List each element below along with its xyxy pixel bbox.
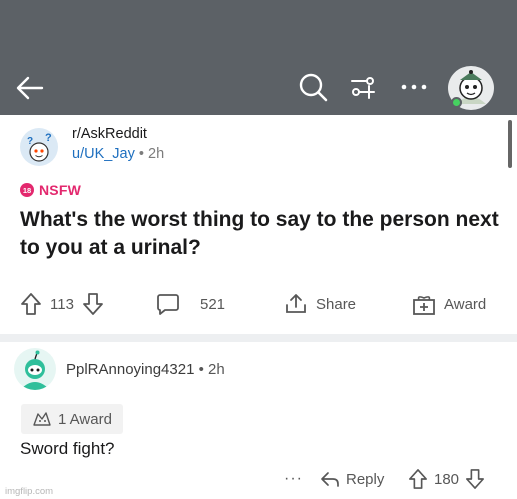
share-button[interactable]: Share: [284, 286, 356, 322]
subreddit-avatar-icon[interactable]: ? ?: [20, 128, 58, 166]
section-divider: [0, 334, 517, 342]
comment-body: Sword fight?: [20, 439, 115, 458]
separator-dot: •: [198, 361, 204, 378]
comment-more-icon[interactable]: ···: [284, 464, 303, 494]
online-status-dot: [451, 97, 462, 108]
svg-text:?: ?: [27, 136, 33, 147]
gift-icon: [413, 296, 435, 315]
share-icon: [286, 294, 306, 313]
comment-meta: PplRAnnoying4321 • 2h: [66, 361, 225, 378]
downvote-icon[interactable]: [82, 292, 104, 316]
search-icon[interactable]: [296, 70, 330, 104]
post-action-bar: 113 521 Share Award: [0, 286, 517, 322]
reply-button[interactable]: Reply: [320, 464, 384, 494]
comment-action-bar: ··· Reply 180: [0, 464, 517, 494]
upvote-count: 113: [50, 295, 74, 313]
nsfw-tag: 18 NSFW: [20, 182, 81, 198]
svg-text:?: ?: [45, 132, 52, 144]
comment-score: 180: [434, 470, 460, 488]
nsfw-18-icon: 18: [20, 183, 34, 197]
comment-bubble-icon: [157, 294, 179, 315]
comment-upvote-icon[interactable]: [408, 468, 428, 490]
comment-vote-group: 180: [408, 464, 485, 494]
arrow-left-icon[interactable]: [14, 72, 46, 104]
post-author-line: u/UK_Jay • 2h: [72, 146, 164, 162]
top-app-bar: [0, 0, 517, 115]
comment-age: 2h: [208, 361, 225, 378]
award-count-label: 1 Award: [58, 410, 112, 428]
comment-author[interactable]: PplRAnnoying4321: [66, 361, 194, 378]
vote-group: 113: [20, 286, 104, 322]
post-age: 2h: [148, 146, 165, 162]
wholesome-award-icon: [33, 412, 51, 426]
comment-downvote-icon[interactable]: [465, 468, 485, 490]
award-button[interactable]: Award: [412, 286, 486, 322]
nsfw-label: NSFW: [39, 182, 82, 198]
share-label: Share: [316, 295, 357, 313]
watermark: imgflip.com: [5, 486, 54, 497]
sort-filter-icon[interactable]: [346, 70, 380, 104]
subreddit-name[interactable]: r/AskReddit: [72, 126, 147, 142]
reply-arrow-icon: [321, 472, 339, 487]
reply-label: Reply: [346, 470, 385, 488]
award-label: Award: [444, 295, 487, 313]
post-title[interactable]: What's the worst thing to say to the per…: [20, 206, 510, 262]
upvote-icon[interactable]: [20, 292, 42, 316]
comment-count: 521: [200, 295, 226, 313]
separator-dot: •: [138, 146, 144, 162]
post-author[interactable]: u/UK_Jay: [72, 146, 135, 162]
more-dots-icon[interactable]: [397, 70, 431, 104]
comment-award-badge[interactable]: 1 Award: [21, 404, 123, 434]
commenter-avatar-icon[interactable]: [14, 348, 56, 390]
scrollbar[interactable]: [508, 120, 512, 168]
comments-button[interactable]: 521: [156, 286, 225, 322]
